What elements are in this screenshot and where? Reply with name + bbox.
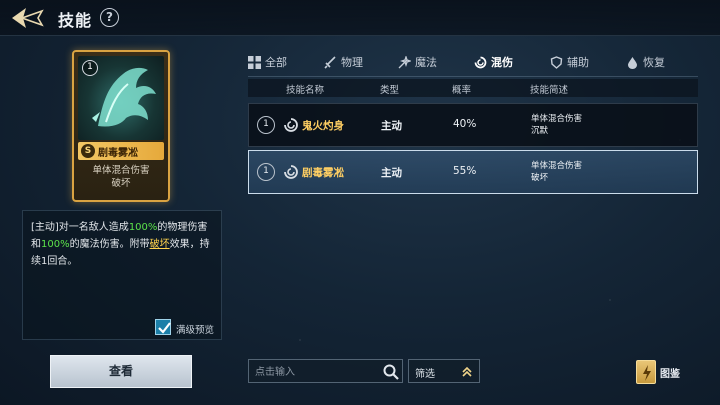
full-level-preview-label: 满级预览 (176, 325, 215, 336)
codex-book-icon (636, 360, 656, 384)
tab-label: 魔法 (415, 56, 437, 69)
desc-seg-3: 100% (41, 239, 70, 250)
magic-icon (398, 55, 411, 68)
desc-seg-4: 的魔法伤害。附带 (69, 239, 150, 250)
back-button[interactable] (8, 5, 48, 31)
tab-label: 恢复 (643, 56, 665, 69)
column-header-type: 类型 (380, 85, 400, 96)
skill-probability: 55% (453, 165, 477, 177)
filter-label: 筛选 (415, 369, 435, 380)
swirl-icon (474, 56, 487, 68)
skill-brief: 单体混合伤害 沉默 (531, 114, 583, 136)
full-level-preview-checkbox[interactable] (155, 319, 171, 335)
view-button[interactable]: 查看 (50, 355, 192, 388)
card-name-bar: S 剧毒雾凇 (78, 142, 164, 160)
tab-mixed[interactable]: 混伤 (474, 50, 513, 74)
skill-level-badge: 1 (257, 163, 275, 181)
codex-button[interactable]: 图鉴 (636, 360, 694, 384)
desc-seg-1: 100% (128, 222, 158, 233)
chevron-up-icon (462, 366, 472, 377)
tab-label: 混伤 (491, 56, 513, 69)
tab-physical[interactable]: 物理 (324, 50, 363, 74)
grid-icon (248, 55, 261, 69)
skill-probability: 40% (453, 118, 477, 130)
skill-type: 主动 (381, 167, 402, 179)
column-header-brief: 技能简述 (530, 85, 569, 96)
skill-description-text: [主动]对一名敌人造成100%的物理伤害和100%的魔法伤害。附带破坏效果，持续… (31, 219, 217, 270)
search-box (248, 359, 403, 383)
search-input[interactable] (255, 363, 375, 381)
card-level-badge: 1 (82, 60, 98, 76)
tab-support[interactable]: 辅助 (550, 50, 589, 74)
tab-heal[interactable]: 恢复 (626, 50, 665, 74)
tab-divider (248, 76, 698, 77)
back-arrow-icon (12, 8, 44, 28)
codex-label: 图鉴 (660, 369, 680, 380)
sword-icon (324, 55, 336, 69)
tab-label: 辅助 (567, 56, 589, 69)
column-header-name: 技能名称 (286, 85, 325, 96)
skill-table-header: 技能名称 类型 概率 技能简述 (248, 79, 698, 97)
tab-label: 物理 (341, 56, 363, 69)
column-header-probability: 概率 (452, 85, 472, 96)
filter-dropdown[interactable]: 筛选 (408, 359, 480, 383)
tab-magic[interactable]: 魔法 (398, 50, 437, 74)
card-skill-summary: 单体混合伤害 破坏 (92, 165, 150, 189)
category-tabs: 全部 物理 魔法 混伤 辅助 恢复 (248, 50, 698, 77)
skill-row[interactable]: 1 鬼火灼身 主动 40% 单体混合伤害 沉默 (248, 103, 698, 147)
card-grade-badge: S (81, 144, 95, 158)
mixed-damage-icon (284, 118, 298, 132)
page-title: 技能 (58, 11, 93, 30)
skill-brief: 单体混合伤害 破坏 (531, 161, 583, 183)
card-skill-name: 剧毒雾凇 (98, 148, 138, 159)
desc-seg-5: 破坏 (149, 239, 170, 250)
shield-icon (550, 55, 563, 69)
skill-card[interactable]: 1 S 剧毒雾凇 单体混合伤害 破坏 (72, 50, 170, 202)
help-button[interactable]: ? (100, 8, 119, 27)
skill-row-selected[interactable]: 1 剧毒雾凇 主动 55% 单体混合伤害 破坏 (248, 150, 698, 194)
top-bar: 技能 ? (0, 0, 720, 36)
skill-description-panel: [主动]对一名敌人造成100%的物理伤害和100%的魔法伤害。附带破坏效果，持续… (22, 210, 222, 340)
skill-name: 鬼火灼身 (302, 120, 344, 132)
skill-type: 主动 (381, 120, 402, 132)
skill-level-badge: 1 (257, 116, 275, 134)
search-icon[interactable] (382, 363, 400, 381)
skill-name: 剧毒雾凇 (302, 167, 344, 179)
mixed-damage-icon (284, 165, 298, 179)
desc-seg-0: [主动]对一名敌人造成 (31, 222, 129, 233)
tab-label: 全部 (265, 56, 287, 69)
checkmark-icon (158, 322, 171, 334)
tab-all[interactable]: 全部 (248, 50, 287, 74)
lightning-icon (643, 365, 651, 381)
drop-icon (628, 56, 637, 69)
